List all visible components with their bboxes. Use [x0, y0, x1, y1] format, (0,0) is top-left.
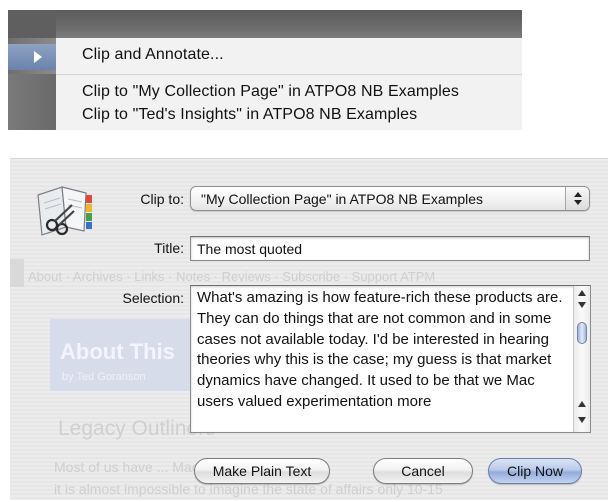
scroll-up-arrow-icon[interactable] — [578, 401, 586, 407]
clip-now-button[interactable]: Clip Now — [488, 458, 582, 484]
selection-text: What's amazing is how feature-rich these… — [197, 289, 563, 410]
popup-down-arrow-icon — [574, 200, 582, 205]
parent-menu-selected-item[interactable] — [8, 44, 56, 70]
context-menu-screenshot: Clip and Annotate... Clip to "My Collect… — [8, 10, 522, 130]
parent-menu-lower-area — [8, 74, 56, 130]
menu-item-clip-and-annotate[interactable]: Clip and Annotate... — [82, 46, 224, 64]
clip-to-label: Clip to: — [140, 191, 184, 207]
make-plain-text-button[interactable]: Make Plain Text — [194, 458, 330, 484]
menu-item-clip-to-teds-insights[interactable]: Clip to "Ted's Insights" in ATPO8 NB Exa… — [82, 106, 417, 124]
clip-dialog: About · Archives · Links · Notes · Revie… — [10, 158, 608, 500]
submenu-header-band — [56, 10, 522, 38]
background-page-hero-title: About This — [60, 339, 175, 364]
title-field-value: The most quoted — [197, 241, 303, 257]
cancel-button[interactable]: Cancel — [373, 458, 473, 484]
background-page-paragraph: Most of us have ... Mac — [54, 459, 199, 475]
background-page-edge — [10, 259, 24, 287]
title-label: Title: — [154, 240, 184, 256]
notebook-scissors-icon — [37, 186, 92, 236]
popup-up-arrow-icon — [574, 192, 582, 197]
clip-submenu: Clip and Annotate... Clip to "My Collect… — [56, 10, 522, 130]
title-field[interactable]: The most quoted — [190, 236, 590, 261]
scroll-down-arrow-icon[interactable] — [578, 302, 586, 308]
parent-menu-strip — [8, 10, 56, 130]
scroll-up-arrow-icon[interactable] — [578, 290, 586, 296]
menu-separator — [56, 74, 522, 75]
selection-label: Selection: — [122, 290, 184, 306]
clip-to-value: "My Collection Page" in ATPO8 NB Example… — [201, 191, 484, 207]
parent-menu-header-band — [8, 10, 56, 38]
selection-textarea[interactable]: What's amazing is how feature-rich these… — [190, 285, 591, 433]
selection-scrollbar[interactable] — [573, 286, 590, 432]
submenu-arrow-icon — [34, 51, 42, 63]
scroll-thumb[interactable] — [577, 322, 587, 344]
background-page-hero-subtitle: by Ted Goranson — [62, 371, 146, 383]
menu-item-clip-to-my-collection[interactable]: Clip to "My Collection Page" in ATPO8 NB… — [82, 83, 459, 101]
scroll-down-arrow-icon[interactable] — [578, 417, 586, 423]
popup-stepper-icon — [565, 187, 589, 210]
clip-to-popup[interactable]: "My Collection Page" in ATPO8 NB Example… — [190, 186, 590, 211]
background-page-nav: About · Archives · Links · Notes · Revie… — [28, 269, 436, 284]
